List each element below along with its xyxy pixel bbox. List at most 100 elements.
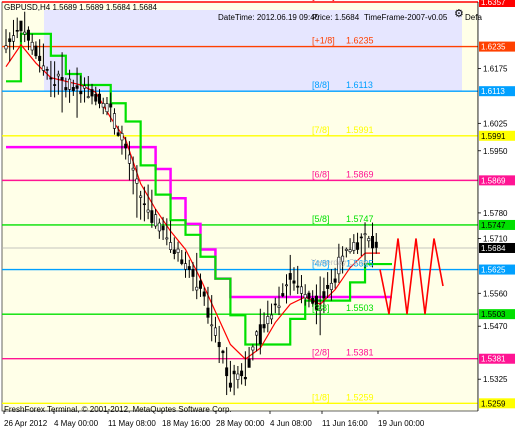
copyright-text: FreshForex Terminal, © 2001-2012, MetaQu… bbox=[4, 405, 232, 414]
price-candle bbox=[109, 103, 113, 108]
price-candle bbox=[139, 195, 143, 198]
price-candle bbox=[30, 41, 34, 51]
price-candle bbox=[116, 132, 120, 136]
price-candle bbox=[243, 376, 247, 380]
price-candle bbox=[221, 350, 225, 354]
price-candle bbox=[26, 29, 30, 41]
price-candle bbox=[255, 331, 259, 336]
price-candle bbox=[225, 367, 229, 377]
price-candle bbox=[86, 96, 90, 98]
price-candle bbox=[161, 225, 165, 231]
price-candle bbox=[112, 113, 116, 129]
time-axis-label: 11 May 08:00 bbox=[108, 419, 156, 428]
price-candle bbox=[195, 286, 199, 291]
price-candle bbox=[124, 143, 128, 149]
time-axis-label: 19 Jun 00:00 bbox=[378, 419, 425, 428]
price-candle bbox=[344, 248, 348, 251]
price-candle bbox=[169, 242, 173, 250]
price-candle bbox=[157, 222, 161, 232]
price-candle bbox=[180, 259, 184, 264]
price-candle bbox=[105, 103, 109, 113]
price-candle bbox=[135, 178, 139, 184]
extra-readout: Defa bbox=[465, 13, 482, 22]
time-axis-label: 11 Jun 16:00 bbox=[322, 419, 368, 428]
price-candle bbox=[15, 29, 19, 32]
murrey-level-label: [+1/8] bbox=[312, 36, 335, 46]
time-axis-label: 28 May 00:00 bbox=[216, 419, 265, 428]
price-candle bbox=[262, 324, 266, 329]
price-axis-tick-label: 1.5560 bbox=[483, 289, 508, 298]
gear-icon[interactable]: ⚙ bbox=[454, 8, 464, 20]
murrey-level-label: [7/8] bbox=[312, 125, 330, 135]
price-candle bbox=[90, 89, 94, 97]
price-candle bbox=[213, 327, 217, 336]
price-candle bbox=[150, 210, 154, 223]
time-axis-label: 4 Jun 08:00 bbox=[270, 419, 312, 428]
price-candle bbox=[322, 291, 326, 299]
price-axis-tick-label: 1.5780 bbox=[483, 209, 508, 218]
price-candle bbox=[371, 235, 375, 249]
murrey-level-label: [8/8] bbox=[312, 80, 330, 90]
price-candle bbox=[19, 20, 23, 32]
price-candle bbox=[198, 280, 202, 289]
price-candle bbox=[277, 305, 281, 308]
murrey-level-label: [2/8] bbox=[312, 348, 330, 358]
price-axis-badge-label: 1.5503 bbox=[481, 310, 506, 319]
murrey-level-value: 1.5869 bbox=[346, 169, 374, 179]
price-axis-badge-label: 1.5747 bbox=[481, 221, 506, 230]
price-chart[interactable]: [+2/8] 1.6357 [+1/8] 1.6235 [8/8] 1.6113 [7/8]… bbox=[0, 0, 516, 432]
price-candle bbox=[281, 293, 285, 297]
settings-icon-wrap[interactable]: ⚙ bbox=[454, 9, 464, 20]
price-candle bbox=[120, 133, 124, 141]
price-candle bbox=[251, 346, 255, 351]
price-candle bbox=[367, 238, 371, 242]
price-candle bbox=[329, 282, 333, 290]
price-candle bbox=[374, 241, 378, 248]
price-axis-badge-label: 1.5684 bbox=[481, 244, 506, 253]
chart-window[interactable]: [+2/8] 1.6357 [+1/8] 1.6235 [8/8] 1.6113 [7/8]… bbox=[0, 0, 516, 432]
murrey-level-value: 1.5381 bbox=[346, 348, 374, 358]
price-candle bbox=[292, 280, 296, 284]
price-candle bbox=[187, 266, 191, 270]
price-candle bbox=[172, 249, 176, 254]
price-axis-badge-label: 1.6113 bbox=[481, 87, 505, 96]
price-candle bbox=[236, 373, 240, 380]
price-candle bbox=[247, 358, 251, 368]
price-candle bbox=[348, 249, 352, 253]
price-candle bbox=[38, 55, 42, 61]
price-axis-tick-label: 1.6025 bbox=[483, 119, 508, 128]
price-candle bbox=[45, 69, 49, 71]
price-candle bbox=[165, 237, 169, 240]
murrey-level-value: 1.6113 bbox=[346, 80, 373, 90]
timeframe-readout: TimeFrame-2007-v0.05 bbox=[364, 13, 448, 22]
price-candle bbox=[240, 370, 244, 377]
price-candle bbox=[11, 35, 15, 42]
murrey-level-label: [5/8] bbox=[312, 214, 330, 224]
time-axis-label: 26 Apr 2012 bbox=[4, 419, 48, 428]
price-candle bbox=[184, 263, 188, 270]
price-axis-tick-label: 1.5710 bbox=[483, 234, 508, 243]
datetime-readout: DateTime: 2012.06.19 09:40 bbox=[218, 13, 320, 22]
price-candle bbox=[142, 203, 146, 206]
price-candle bbox=[202, 291, 206, 297]
price-candle bbox=[64, 87, 68, 91]
price-candle bbox=[49, 77, 53, 80]
price-candle bbox=[356, 242, 360, 250]
murrey-level-value: 1.5503 bbox=[346, 303, 374, 313]
price-candle bbox=[68, 78, 72, 90]
murrey-level-label: [+2/8] bbox=[312, 0, 335, 1]
price-candle bbox=[56, 73, 60, 77]
price-axis-badge-label: 1.6235 bbox=[481, 43, 506, 52]
resistance-zone bbox=[44, 10, 462, 92]
price-candle bbox=[232, 370, 236, 375]
murrey-level-label: [6/8] bbox=[312, 169, 330, 179]
price-candle bbox=[296, 285, 300, 288]
price-candle bbox=[333, 278, 337, 283]
murrey-level-value: 1.5747 bbox=[346, 214, 374, 224]
yesterday-close-label: Yesterday Close bbox=[311, 258, 369, 267]
price-candle bbox=[8, 38, 12, 42]
price-candle bbox=[288, 273, 292, 280]
price-candle bbox=[303, 294, 307, 299]
price-candle bbox=[217, 341, 221, 348]
price-candle bbox=[101, 103, 105, 108]
